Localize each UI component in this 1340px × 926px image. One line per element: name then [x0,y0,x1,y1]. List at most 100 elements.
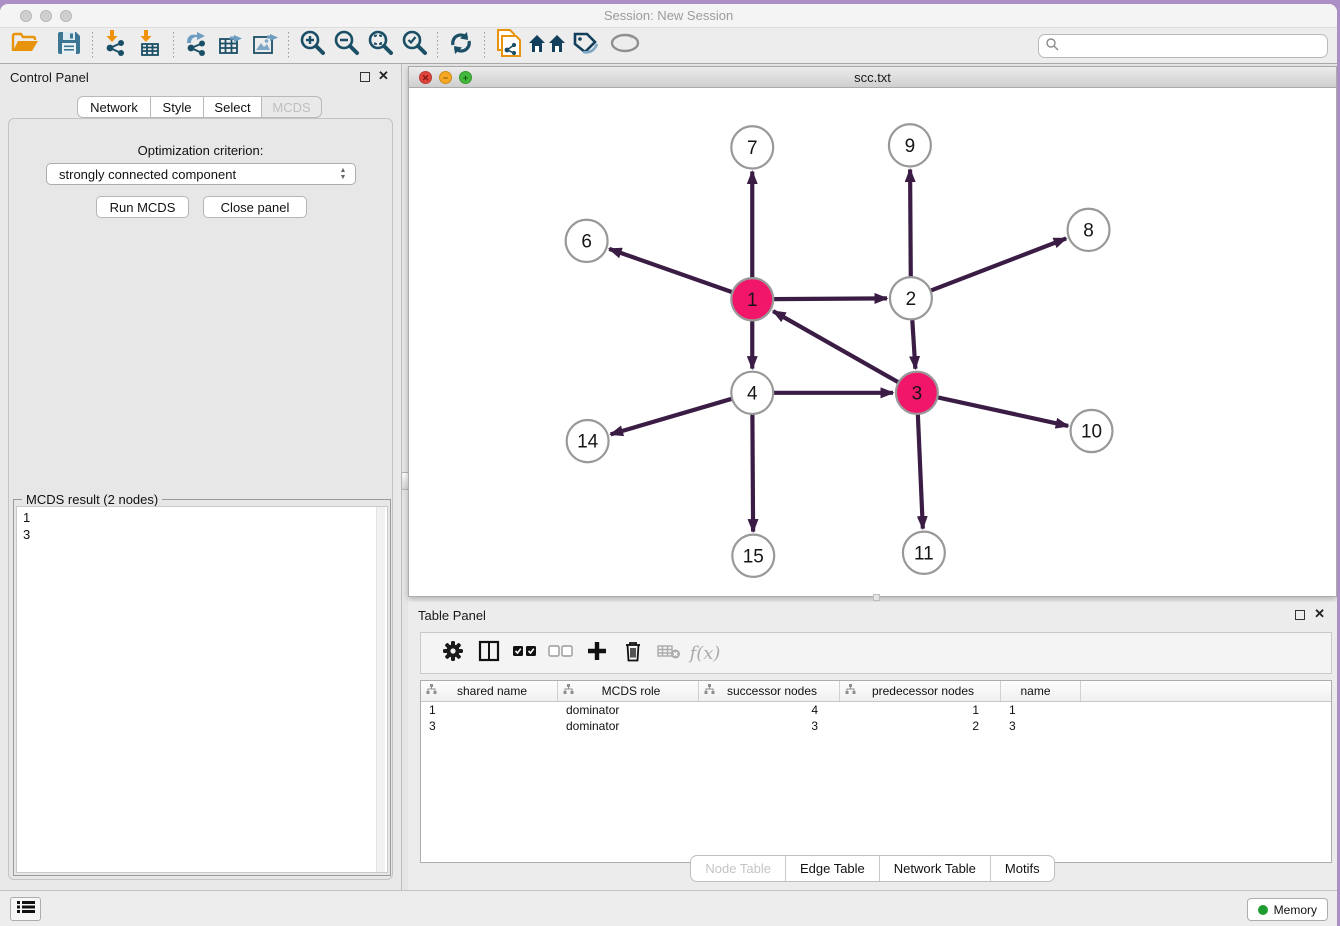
task-history-button[interactable] [10,897,41,921]
float-panel-icon[interactable] [360,72,370,82]
tab-style[interactable]: Style [151,96,204,118]
network-window: ✕ − + scc.txt 7968124314101511 [408,66,1337,597]
zoom-out-icon [332,29,360,62]
right-pane: ✕ − + scc.txt 7968124314101511 Table Pan… [408,64,1337,890]
node-11[interactable]: 11 [903,532,945,574]
edge-2-9[interactable] [910,169,911,277]
mcds-result-area[interactable]: 1 3 [16,506,388,873]
mcds-tab-content: Optimization criterion: strongly connect… [8,118,393,880]
edge-3-10[interactable] [937,397,1068,426]
node-15[interactable]: 15 [732,535,774,577]
layout-refresh-button[interactable] [444,31,478,61]
table-settings-button[interactable] [435,637,471,669]
tab-mcds[interactable]: MCDS [262,96,322,118]
edge-1-2[interactable] [773,298,887,299]
tab-edge-table[interactable]: Edge Table [786,856,880,881]
cell-0-4[interactable]: 1 [1001,703,1081,717]
result-scrollbar[interactable] [376,507,385,872]
delete-column-button[interactable] [615,637,651,669]
edge-1-6[interactable] [609,249,732,292]
edge-4-14[interactable] [611,399,733,435]
zoom-fit-button[interactable] [363,31,397,61]
close-panel-button[interactable]: Close panel [203,196,307,218]
create-column-button[interactable] [579,637,615,669]
node-4[interactable]: 4 [731,372,773,414]
cell-1-0[interactable]: 3 [421,719,558,733]
network-graph[interactable]: 7 9 6 8 1 2 4 3 14 10 15 11 [409,88,1336,596]
tab-network-table[interactable]: Network Table [880,856,991,881]
tab-motifs[interactable]: Motifs [991,856,1054,881]
network-canvas[interactable]: 7 9 6 8 1 2 4 3 14 10 15 11 [409,88,1336,596]
criterion-dropdown[interactable]: strongly connected component ▲▼ [46,163,356,185]
column-header-successor-nodes[interactable]: successor nodes [699,681,840,701]
show-columns-button[interactable] [471,637,507,669]
zoom-out-button[interactable] [329,31,363,61]
column-header-MCDS-role[interactable]: MCDS role [558,681,699,701]
tab-select[interactable]: Select [204,96,262,118]
node-2[interactable]: 2 [890,277,932,319]
tag-toggle-button[interactable] [569,31,603,61]
import-network-button[interactable] [99,31,133,61]
tab-node-table[interactable]: Node Table [691,856,786,881]
cell-1-1[interactable]: dominator [558,719,699,733]
zoom-selected-button[interactable] [397,31,431,61]
memory-button[interactable]: Memory [1247,898,1328,921]
close-table-panel-icon[interactable]: ✕ [1314,606,1325,622]
import-table-button[interactable] [133,31,167,61]
edge-3-1[interactable] [773,311,899,382]
criterion-value: strongly connected component [59,167,236,182]
export-network-button[interactable] [180,31,214,61]
cell-0-2[interactable]: 4 [699,703,840,717]
node-6[interactable]: 6 [566,220,608,262]
tab-network[interactable]: Network [77,96,151,118]
delete-table-button[interactable] [651,637,687,669]
svg-text:4: 4 [747,383,758,404]
node-3[interactable]: 3 [896,372,938,414]
float-table-panel-icon[interactable] [1295,610,1305,620]
close-panel-icon[interactable]: ✕ [378,68,389,84]
node-14[interactable]: 14 [567,420,609,462]
search-field[interactable] [1038,34,1328,58]
export-table-button[interactable] [214,31,248,61]
toolbar-separator [288,32,289,60]
node-8[interactable]: 8 [1068,209,1110,251]
svg-text:15: 15 [743,546,764,567]
cell-1-3[interactable]: 2 [840,719,1001,733]
cell-1-4[interactable]: 3 [1001,719,1081,733]
select-all-columns-button[interactable] [507,637,543,669]
first-neighbors-button[interactable] [525,31,569,61]
hierarchy-icon [704,684,715,698]
network-resize-grip[interactable] [873,594,880,601]
edge-3-11[interactable] [918,414,923,529]
edge-4-15[interactable] [752,414,753,532]
node-7[interactable]: 7 [731,126,773,168]
node-9[interactable]: 9 [889,124,931,166]
edge-2-8[interactable] [930,238,1066,290]
cell-1-2[interactable]: 3 [699,719,840,733]
node-table[interactable]: shared nameMCDS rolesuccessor nodesprede… [420,680,1332,863]
column-header-name[interactable]: name [1001,681,1081,701]
column-header-shared-name[interactable]: shared name [421,681,558,701]
cell-0-0[interactable]: 1 [421,703,558,717]
toggle-details-button[interactable] [603,31,647,61]
search-input[interactable] [1059,39,1327,53]
node-1[interactable]: 1 [731,278,773,320]
run-mcds-button[interactable]: Run MCDS [96,196,189,218]
table-toolbar: f(x) [420,632,1332,674]
open-session-button[interactable] [8,31,42,61]
open-folder-icon [11,31,39,60]
node-10[interactable]: 10 [1071,410,1113,452]
function-builder-button[interactable]: f(x) [687,637,723,669]
export-table-icon [216,29,246,62]
column-header-predecessor-nodes[interactable]: predecessor nodes [840,681,1001,701]
table-row[interactable]: 1dominator411 [421,702,1331,718]
zoom-in-button[interactable] [295,31,329,61]
table-row[interactable]: 3dominator323 [421,718,1331,734]
export-image-button[interactable] [248,31,282,61]
unselect-all-columns-button[interactable] [543,637,579,669]
clone-network-button[interactable] [491,31,525,61]
save-session-button[interactable] [52,31,86,61]
edge-2-3[interactable] [912,319,915,368]
cell-0-3[interactable]: 1 [840,703,1001,717]
cell-0-1[interactable]: dominator [558,703,699,717]
